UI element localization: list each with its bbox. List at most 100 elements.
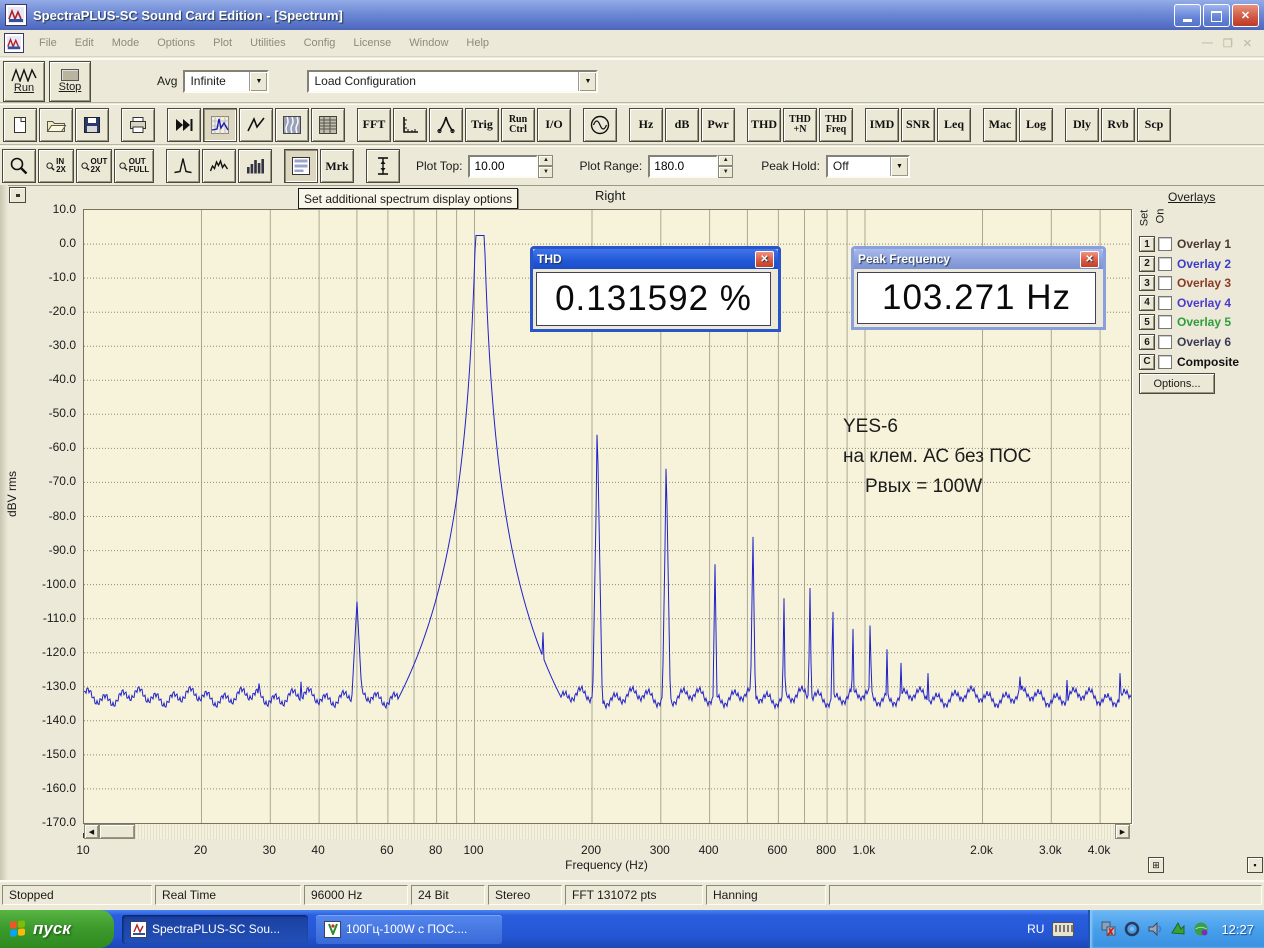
plot-h-scrollbar[interactable]: ◀ ▶: [84, 824, 1130, 839]
menu-options[interactable]: Options: [148, 33, 204, 53]
bar-display-button[interactable]: [238, 149, 272, 183]
scrollbar-thumb[interactable]: [99, 824, 135, 839]
peak-hold-combo[interactable]: Off ▼: [825, 154, 910, 178]
amplitude-range-button[interactable]: [366, 149, 400, 183]
load-configuration-combo[interactable]: Load Configuration ▼: [307, 69, 599, 93]
spectrogram-view-button[interactable]: [311, 107, 345, 142]
display-options-button[interactable]: [284, 149, 318, 183]
calibration-button[interactable]: [429, 107, 463, 142]
menu-mode[interactable]: Mode: [103, 33, 149, 53]
scroll-right-icon[interactable]: ▶: [1115, 824, 1130, 839]
logging-button[interactable]: Log: [1019, 107, 1053, 142]
taskbar-clock[interactable]: 12:27: [1221, 922, 1254, 937]
print-button[interactable]: [121, 107, 155, 142]
overlay-on-checkbox-C[interactable]: [1158, 354, 1172, 369]
restore-button[interactable]: [1203, 3, 1230, 27]
menu-config[interactable]: Config: [295, 33, 345, 53]
thd-window[interactable]: THD ✕ 0.131592 %: [530, 246, 781, 332]
thd-n-button[interactable]: THD +N: [783, 107, 817, 142]
plot-top-spinner[interactable]: ▲ ▼: [538, 154, 554, 178]
open-file-button[interactable]: [39, 107, 73, 142]
imd-button[interactable]: IMD: [865, 107, 899, 142]
thd-freq-button[interactable]: THD Freq: [819, 107, 853, 142]
close-button[interactable]: ✕: [1232, 3, 1259, 27]
overlay-on-checkbox-6[interactable]: [1158, 335, 1172, 349]
overlay-on-checkbox-4[interactable]: [1158, 295, 1172, 310]
zoom-out-full-button[interactable]: OUT FULL: [114, 149, 154, 183]
taskbar-task-1[interactable]: SpectraPLUS-SC Sou...: [122, 914, 308, 944]
overlay-set-button-5[interactable]: 5: [1139, 314, 1155, 331]
menu-utilities[interactable]: Utilities: [241, 33, 294, 53]
plot-system-menu-box[interactable]: [9, 187, 26, 203]
network-error-icon[interactable]: ✗: [1100, 921, 1117, 938]
zoom-in-2x-button[interactable]: IN 2X: [38, 149, 74, 183]
delay-button[interactable]: Dly: [1065, 107, 1099, 142]
db-units-button[interactable]: dB: [665, 107, 699, 142]
scroll-left-icon[interactable]: ◀: [84, 824, 99, 839]
overlay-set-button-4[interactable]: 4: [1139, 294, 1155, 311]
pwr-units-button[interactable]: Pwr: [701, 107, 735, 142]
expand-button[interactable]: ⊞: [1148, 857, 1164, 873]
peak-frequency-window[interactable]: Peak Frequency ✕ 103.271 Hz: [851, 246, 1106, 330]
snr-button[interactable]: SNR: [901, 107, 935, 142]
utility-icon[interactable]: [1169, 921, 1186, 938]
spectrum-view-button[interactable]: [203, 107, 237, 142]
overlay-set-button-2[interactable]: 2: [1139, 255, 1155, 272]
audio-device-icon[interactable]: [1123, 921, 1140, 938]
overlay-on-checkbox-2[interactable]: [1158, 256, 1172, 271]
keyboard-icon[interactable]: [1052, 921, 1075, 937]
zoom-out-2x-button[interactable]: OUT 2X: [76, 149, 112, 183]
close-icon[interactable]: ✕: [755, 250, 774, 268]
run-control-button[interactable]: Run Ctrl: [501, 107, 535, 142]
overlay-on-checkbox-1[interactable]: [1158, 237, 1172, 251]
taskbar-task-2[interactable]: 100Гц-100W с ПОС....: [316, 914, 502, 944]
zoom-button[interactable]: [2, 149, 36, 183]
io-settings-button[interactable]: I/O: [537, 107, 571, 142]
overlay-on-checkbox-3[interactable]: [1158, 276, 1172, 291]
menu-plot[interactable]: Plot: [204, 33, 241, 53]
collapse-button[interactable]: ▪: [1247, 857, 1263, 873]
time-series-view-button[interactable]: [239, 107, 273, 142]
save-file-button[interactable]: [75, 107, 109, 142]
trigger-button[interactable]: Trig: [465, 107, 499, 142]
leq-button[interactable]: Leq: [937, 107, 971, 142]
plot-top-input[interactable]: [468, 154, 539, 178]
new-file-button[interactable]: [3, 107, 37, 142]
fft-settings-button[interactable]: FFT: [357, 107, 391, 142]
avg-combo[interactable]: Infinite ▼: [183, 69, 270, 93]
close-icon[interactable]: ✕: [1080, 250, 1099, 268]
reverb-button[interactable]: Rvb: [1101, 107, 1135, 142]
stop-button[interactable]: Stop: [49, 60, 91, 102]
document-icon[interactable]: [4, 33, 24, 53]
peak-frequency-window-titlebar[interactable]: Peak Frequency ✕: [854, 249, 1103, 269]
start-button[interactable]: пуск: [0, 910, 114, 948]
signal-generator-button[interactable]: [583, 107, 617, 142]
run-button[interactable]: Run: [3, 60, 45, 102]
menu-help[interactable]: Help: [457, 33, 498, 53]
fast-forward-button[interactable]: [167, 107, 201, 142]
scaling-button[interactable]: [393, 107, 427, 142]
overlay-on-checkbox-5[interactable]: [1158, 315, 1172, 330]
markers-button[interactable]: Mrk: [320, 149, 354, 183]
plot-range-spinner[interactable]: ▲ ▼: [718, 154, 734, 178]
macro-button[interactable]: Mac: [983, 107, 1017, 142]
overlay-set-button-C[interactable]: C: [1139, 353, 1155, 370]
menu-license[interactable]: License: [344, 33, 400, 53]
overlay-set-button-1[interactable]: 1: [1139, 236, 1155, 252]
overlays-options-button[interactable]: Options...: [1139, 373, 1215, 394]
overlay-set-button-6[interactable]: 6: [1139, 334, 1155, 350]
line-display-button[interactable]: [202, 149, 236, 183]
menu-edit[interactable]: Edit: [66, 33, 103, 53]
menu-file[interactable]: File: [30, 33, 66, 53]
overlay-set-button-3[interactable]: 3: [1139, 275, 1155, 292]
plot-range-input[interactable]: [648, 154, 719, 178]
peak-display-button[interactable]: [166, 149, 200, 183]
menu-window[interactable]: Window: [400, 33, 457, 53]
thd-window-titlebar[interactable]: THD ✕: [533, 249, 778, 269]
language-indicator[interactable]: RU: [1027, 922, 1044, 936]
scope-button[interactable]: Scp: [1137, 107, 1171, 142]
thd-button[interactable]: THD: [747, 107, 781, 142]
minimize-button[interactable]: [1174, 3, 1201, 27]
hz-units-button[interactable]: Hz: [629, 107, 663, 142]
status-globe-icon[interactable]: [1192, 921, 1209, 938]
